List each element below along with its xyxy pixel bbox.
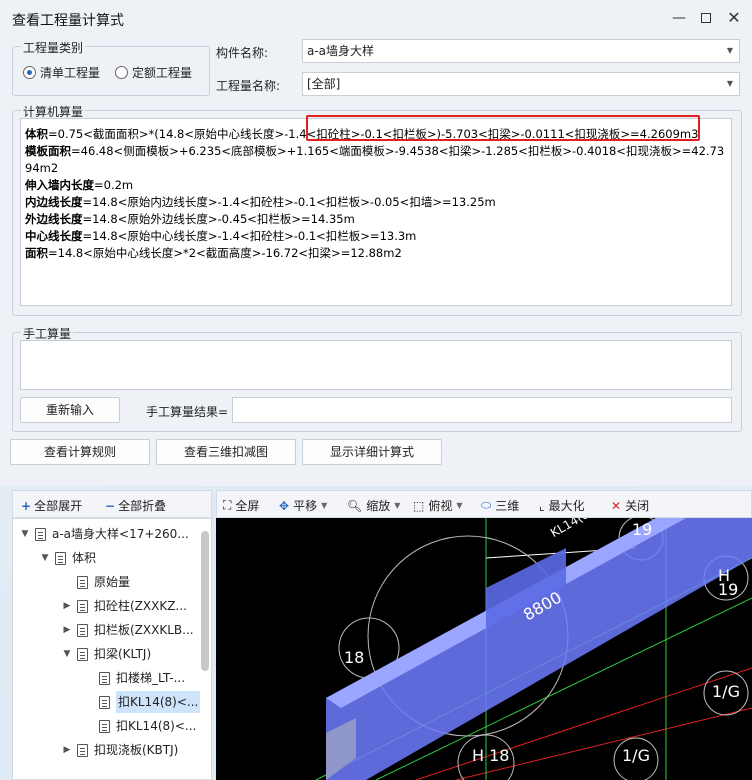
maximize-corner-icon: ⌞ (539, 498, 545, 513)
reinput-button[interactable]: 重新输入 (20, 397, 120, 423)
document-icon (77, 623, 88, 637)
tree-node[interactable]: ▼ 扣梁(KLTJ) (61, 643, 152, 665)
axis-line (455, 707, 752, 780)
category-legend: 工程量类别 (21, 39, 86, 56)
show-detail-formula-button[interactable]: 显示详细计算式 (302, 439, 442, 465)
minimize-button[interactable]: — (667, 6, 691, 30)
view-3d-deduction-button[interactable]: 查看三维扣减图 (156, 439, 296, 465)
collapse-all-button[interactable]: − 全部折叠 (105, 497, 166, 514)
axis-label: H 18 (472, 746, 510, 765)
manual-calc-input[interactable] (20, 340, 732, 390)
close-button[interactable]: ✕ (722, 6, 746, 30)
calc-line-formwork: 模板面积=46.48<侧面模板>+6.235<底部模板>+1.165<端面模板>… (25, 144, 725, 175)
deduction-tree: ▼ a-a墙身大样<17+260... ▼ 体积 原始量 ▶ 扣砼柱(ZXXKZ...… (12, 518, 212, 780)
calc-line-outer-length: 外边线长度=14.8<原始外边线长度>-0.45<扣栏板>=14.35m (25, 212, 355, 226)
maximize-button[interactable] (694, 6, 718, 30)
zoom-button[interactable]: 🔍︎ 缩放 ▼ (347, 497, 400, 514)
document-icon (99, 671, 110, 685)
expand-icon: + (21, 498, 32, 513)
tree-toolbar: + 全部展开 − 全部折叠 (12, 490, 212, 518)
title-bar: 查看工程量计算式 — ✕ (0, 0, 752, 36)
axis-label: 1/G (622, 746, 650, 765)
radio-selected-icon (23, 66, 36, 79)
tree-node[interactable]: ▶ 扣栏板(ZXXKLB... (61, 619, 194, 641)
close-view-button[interactable]: ✕ 关闭 (611, 497, 649, 514)
view-rules-button[interactable]: 查看计算规则 (10, 439, 150, 465)
document-icon (99, 695, 110, 709)
tree-node-selected[interactable]: 扣KL14(8)<... (83, 691, 201, 713)
tree-node[interactable]: ▼ a-a墙身大样<17+260... (19, 523, 189, 545)
radio-label: 定额工程量 (132, 66, 193, 80)
radio-unselected-icon (115, 66, 128, 79)
category-group: 工程量类别 清单工程量 定额工程量 (12, 39, 210, 96)
quantity-name-value: [全部] (307, 77, 341, 91)
chevron-down-icon: ▼ (726, 79, 733, 88)
axis-label: 18 (344, 648, 365, 667)
axis-label: 19 (632, 520, 653, 539)
tree-scrollbar[interactable] (201, 531, 209, 671)
radio-quota-quantity[interactable]: 定额工程量 (115, 64, 192, 81)
expand-all-button[interactable]: + 全部展开 (21, 497, 82, 514)
manual-result-label: 手工算量结果= (146, 405, 229, 419)
chevron-down-icon[interactable]: ▼ (19, 523, 31, 545)
tree-node[interactable]: ▶ 扣现浇板(KBTJ) (61, 739, 179, 761)
collapse-icon: − (105, 498, 116, 513)
tree-node[interactable]: 原始量 (61, 571, 130, 593)
highlight-annotation (306, 115, 700, 141)
document-icon (77, 599, 88, 613)
fullscreen-icon: ⛶ (223, 498, 232, 512)
chevron-right-icon[interactable]: ▶ (61, 595, 73, 617)
calc-line-embed-length: 伸入墙内长度=0.2m (25, 178, 134, 192)
document-icon (99, 719, 110, 733)
document-icon (77, 647, 88, 661)
magnifier-icon: 🔍︎ (347, 498, 363, 513)
maximize-view-button[interactable]: ⌞ 最大化 (539, 497, 585, 514)
quantity-name-select[interactable]: [全部] ▼ (302, 72, 740, 96)
chevron-right-icon[interactable]: ▶ (61, 739, 73, 761)
caret-down-icon: ▼ (456, 501, 463, 510)
chevron-down-icon: ▼ (726, 46, 733, 55)
component-name-value: a-a墙身大样 (307, 44, 375, 58)
manual-result-field[interactable] (232, 397, 732, 423)
radio-list-quantity[interactable]: 清单工程量 (23, 64, 100, 81)
document-icon (77, 575, 88, 589)
tree-node[interactable]: 扣KL14(8)<... (83, 715, 196, 737)
calc-line-area: 面积=14.8<原始中心线长度>*2<截面高度>-16.72<扣梁>=12.88… (25, 246, 402, 260)
beam-body (326, 518, 752, 780)
chevron-down-icon[interactable]: ▼ (61, 643, 73, 665)
three-d-button[interactable]: ⬭ 三维 (481, 497, 519, 514)
radio-label: 清单工程量 (40, 66, 101, 80)
calc-line-inner-length: 内边线长度=14.8<原始内边线长度>-1.4<扣砼柱>-0.1<扣栏板>-0.… (25, 195, 496, 209)
chevron-right-icon[interactable]: ▶ (61, 619, 73, 641)
tree-node[interactable]: ▶ 扣砼柱(ZXXKZ... (61, 595, 187, 617)
view-toolbar: ⛶ 全屏 ✥ 平移 ▼ 🔍︎ 缩放 ▼ ⬚ 俯视 ▼ ⬭ 三维 ⌞ 最大化 ✕ 关闭 (216, 490, 752, 518)
axis-label: 1/G (712, 682, 740, 701)
tree-node[interactable]: 扣楼梯_LT-... (83, 667, 185, 689)
move-icon: ✥ (279, 498, 290, 513)
axis-label: 19 (718, 580, 739, 599)
fullscreen-button[interactable]: ⛶ 全屏 (223, 497, 259, 514)
quantity-name-label: 工程量名称: (216, 79, 281, 93)
computer-calc-textbox[interactable]: 体积=0.75<截面面积>*(14.8<原始中心线长度>-1.4<扣砼柱>-0.… (20, 118, 732, 306)
document-icon (35, 527, 46, 541)
cube-icon: ⬚ (413, 498, 425, 513)
document-icon (55, 551, 66, 565)
calc-line-center-length: 中心线长度=14.8<原始中心线长度>-1.4<扣砼柱>-0.1<扣栏板>=13… (25, 229, 417, 243)
component-name-label: 构件名称: (216, 46, 269, 60)
close-icon: ✕ (611, 498, 622, 513)
document-icon (77, 743, 88, 757)
sphere-icon: ⬭ (481, 498, 492, 512)
component-name-select[interactable]: a-a墙身大样 ▼ (302, 39, 740, 63)
window-title: 查看工程量计算式 (12, 13, 124, 29)
pan-button[interactable]: ✥ 平移 ▼ (279, 497, 327, 514)
chevron-down-icon[interactable]: ▼ (39, 547, 51, 569)
three-d-viewport[interactable]: KL14(8) (2... 8800 19 H 19 18 1/G H 18 1… (216, 518, 752, 780)
maximize-icon (701, 13, 711, 23)
scene-drawing (315, 518, 752, 780)
caret-down-icon: ▼ (321, 501, 328, 510)
tree-node[interactable]: ▼ 体积 (39, 547, 96, 569)
caret-down-icon: ▼ (394, 501, 401, 510)
top-view-button[interactable]: ⬚ 俯视 ▼ (413, 497, 463, 514)
